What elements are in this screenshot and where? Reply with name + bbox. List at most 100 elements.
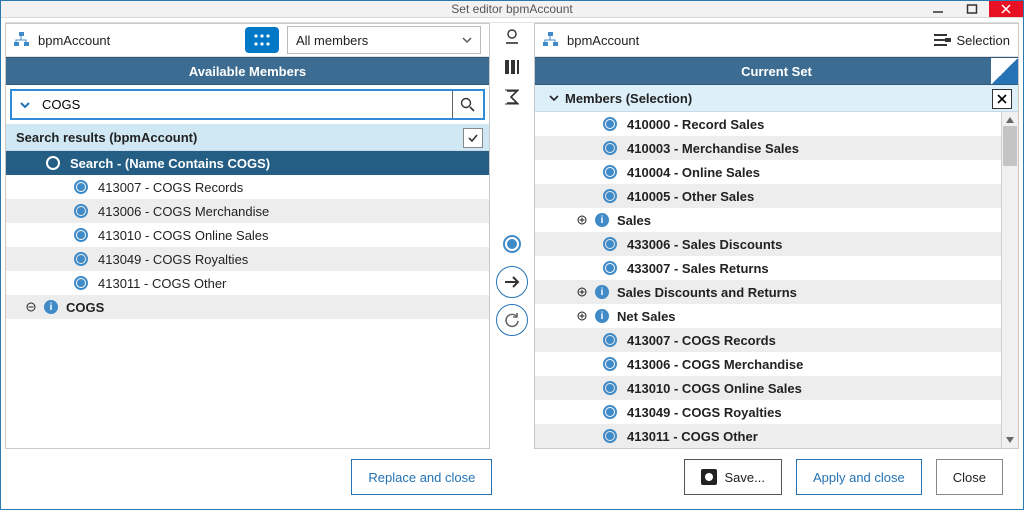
collapse-icon[interactable] (24, 302, 38, 312)
list-item[interactable]: 413010 - COGS Online Sales (535, 376, 1018, 400)
member-bullet-icon (74, 252, 88, 266)
member-bullet-icon (603, 117, 617, 131)
maximize-button[interactable] (955, 1, 989, 17)
list-item[interactable]: 413007 - COGS Records (535, 328, 1018, 352)
list-item[interactable]: 413010 - COGS Online Sales (6, 223, 489, 247)
members-selection-header[interactable]: Members (Selection) (535, 85, 1018, 112)
view-mode-button[interactable] (245, 27, 279, 53)
tree-node[interactable]: i Sales Discounts and Returns (535, 280, 1018, 304)
left-tree[interactable]: Search - (Name Contains COGS) 413007 - C… (6, 151, 489, 319)
member-bullet-icon (603, 357, 617, 371)
member-label: 410005 - Other Sales (627, 189, 754, 204)
expand-icon[interactable] (575, 287, 589, 297)
expand-icon[interactable] (575, 311, 589, 321)
selection-mode-label: Selection (957, 33, 1010, 48)
list-item[interactable]: 413007 - COGS Records (6, 175, 489, 199)
list-item[interactable]: 410003 - Merchandise Sales (535, 136, 1018, 160)
save-label: Save... (725, 470, 765, 485)
selection-icon (933, 32, 951, 48)
member-label: 413011 - COGS Other (627, 429, 758, 444)
remove-selection-button[interactable] (992, 89, 1012, 109)
replace-and-close-button[interactable]: Replace and close (351, 459, 492, 495)
member-label: 413006 - COGS Merchandise (98, 204, 269, 219)
list-item[interactable]: 413049 - COGS Royalties (6, 247, 489, 271)
user-view-icon[interactable] (498, 25, 526, 49)
minimize-button[interactable] (921, 1, 955, 17)
list-item[interactable]: 410000 - Record Sales (535, 112, 1018, 136)
search-results-label: Search results (bpmAccount) (16, 130, 197, 145)
right-hierarchy-name: bpmAccount (567, 33, 639, 48)
list-item[interactable]: 410005 - Other Sales (535, 184, 1018, 208)
tree-node-label: Sales Discounts and Returns (617, 285, 797, 300)
member-label: 410000 - Record Sales (627, 117, 764, 132)
member-label: 413006 - COGS Merchandise (627, 357, 803, 372)
list-item[interactable]: 410004 - Online Sales (535, 160, 1018, 184)
list-item[interactable]: 413006 - COGS Merchandise (6, 199, 489, 223)
window-title: Set editor bpmAccount (451, 2, 572, 16)
close-button[interactable]: Close (936, 459, 1003, 495)
member-bullet-icon (74, 204, 88, 218)
member-bullet-icon (603, 381, 617, 395)
available-members-header: Available Members (6, 57, 489, 85)
sigma-icon[interactable] (498, 85, 526, 109)
scroll-down-icon[interactable] (1005, 435, 1015, 445)
member-label: 413049 - COGS Royalties (627, 405, 782, 420)
list-item[interactable]: 413006 - COGS Merchandise (535, 352, 1018, 376)
member-bullet-icon (74, 276, 88, 290)
save-button[interactable]: Save... (684, 459, 782, 495)
search-button[interactable] (452, 91, 483, 118)
footer-buttons: Replace and close Save... Apply and clos… (5, 449, 1019, 505)
apply-label: Apply and close (813, 470, 905, 485)
member-bullet-icon (603, 141, 617, 155)
expand-icon[interactable] (575, 215, 589, 225)
transfer-selected-button[interactable] (496, 228, 528, 260)
tree-node[interactable]: i Net Sales (535, 304, 1018, 328)
search-expand-button[interactable] (12, 91, 38, 118)
member-label: 413011 - COGS Other (98, 276, 226, 291)
close-window-button[interactable] (989, 1, 1023, 17)
member-bullet-icon (603, 189, 617, 203)
list-item[interactable]: 433007 - Sales Returns (535, 256, 1018, 280)
member-label: 413049 - COGS Royalties (98, 252, 248, 267)
apply-and-close-button[interactable]: Apply and close (796, 459, 922, 495)
member-bullet-icon (603, 333, 617, 347)
member-bullet-icon (603, 261, 617, 275)
titlebar: Set editor bpmAccount (1, 1, 1023, 18)
member-bullet-icon (74, 228, 88, 242)
member-bullet-icon (74, 180, 88, 194)
right-tree[interactable]: 410000 - Record Sales 410003 - Merchandi… (535, 112, 1018, 448)
tree-node-label: Net Sales (617, 309, 676, 324)
set-editor-window: Set editor bpmAccount bpmAccount (0, 0, 1024, 510)
scroll-up-icon[interactable] (1005, 115, 1015, 125)
chevron-down-icon (462, 35, 472, 45)
member-bullet-icon (603, 165, 617, 179)
commit-search-icon[interactable] (463, 128, 483, 148)
tree-node[interactable]: i Sales (535, 208, 1018, 232)
member-label: 413007 - COGS Records (627, 333, 776, 348)
vertical-scrollbar[interactable] (1001, 112, 1018, 448)
search-group-row[interactable]: Search - (Name Contains COGS) (6, 151, 489, 175)
member-label: 413007 - COGS Records (98, 180, 243, 195)
hierarchy-icon (14, 32, 30, 48)
transfer-right-button[interactable] (496, 266, 528, 298)
current-set-panel: bpmAccount Selection Current Set Members… (534, 23, 1019, 449)
tree-node-cogs[interactable]: i COGS (6, 295, 489, 319)
list-item[interactable]: 413011 - COGS Other (535, 424, 1018, 448)
view-filter-dropdown[interactable]: All members (287, 26, 481, 54)
list-item[interactable]: 413049 - COGS Royalties (535, 400, 1018, 424)
search-input[interactable] (38, 91, 452, 118)
info-icon: i (44, 300, 58, 314)
view-filter-value: All members (296, 33, 368, 48)
list-item[interactable]: 413011 - COGS Other (6, 271, 489, 295)
columns-view-icon[interactable] (498, 55, 526, 79)
left-tree-empty (6, 319, 489, 448)
search-group-label: Search - (Name Contains COGS) (70, 156, 270, 171)
refresh-button[interactable] (496, 304, 528, 336)
member-label: 410004 - Online Sales (627, 165, 760, 180)
list-item[interactable]: 433006 - Sales Discounts (535, 232, 1018, 256)
panel-corner-badge[interactable] (991, 58, 1018, 84)
search-results-header[interactable]: Search results (bpmAccount) (6, 124, 489, 151)
close-label: Close (953, 470, 986, 485)
search-row (10, 89, 485, 120)
scroll-thumb[interactable] (1003, 126, 1017, 166)
